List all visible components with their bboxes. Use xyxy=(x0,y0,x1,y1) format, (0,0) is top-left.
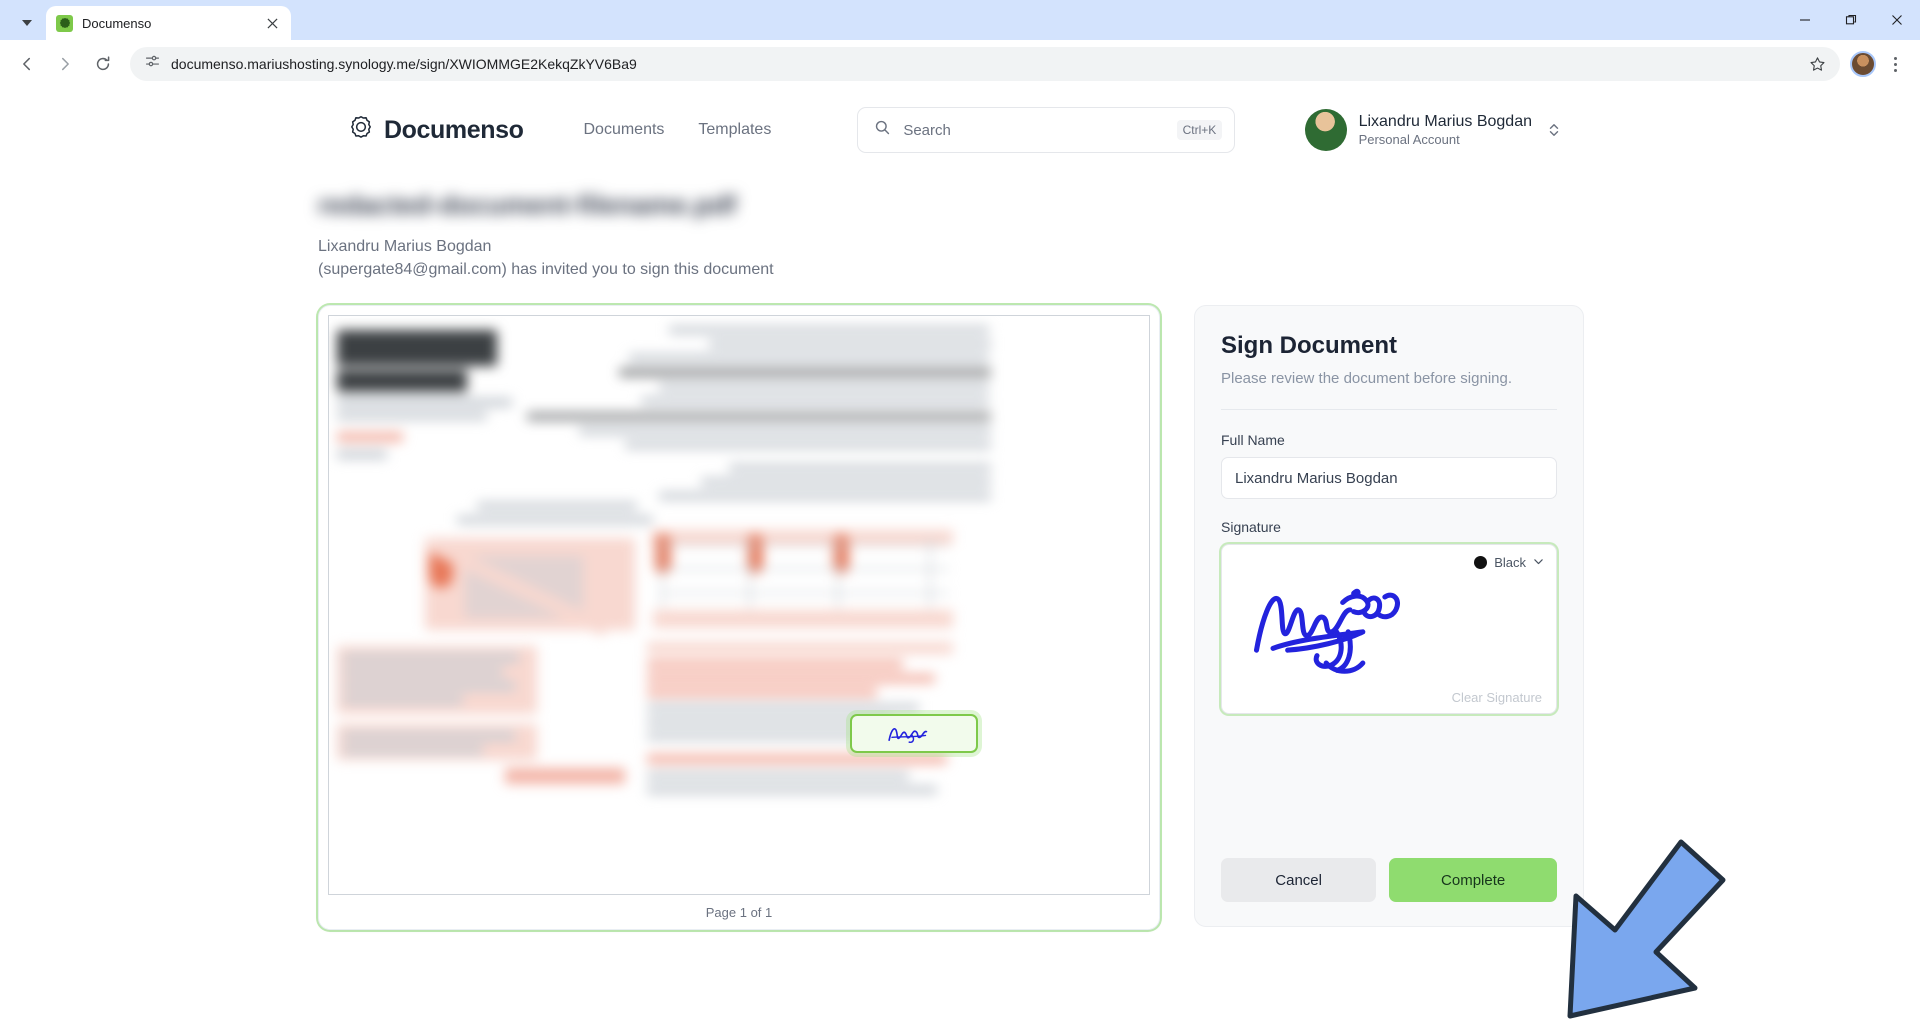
documenso-favicon xyxy=(56,14,73,32)
search-icon xyxy=(874,119,891,141)
brand-name: Documenso xyxy=(384,115,524,144)
document-heading: redacted-document-filename.pdf Lixandru … xyxy=(0,172,1920,281)
inviter-name: Lixandru Marius Bogdan xyxy=(318,238,492,255)
color-name: Black xyxy=(1494,555,1526,571)
user-name: Lixandru Marius Bogdan xyxy=(1358,112,1532,130)
page-viewport: Documenso Documents Templates Search Ctr… xyxy=(0,88,1920,1026)
clear-signature-button[interactable]: Clear Signature xyxy=(1452,690,1542,705)
browser-window: Documenso documenso.mariushosting.synolo… xyxy=(0,0,1920,1026)
signature-pad[interactable]: Black Clear Signature xyxy=(1221,544,1557,715)
document-signature-field[interactable] xyxy=(850,714,978,754)
complete-button[interactable]: Complete xyxy=(1389,858,1557,903)
signature-mark-small xyxy=(888,727,928,743)
kebab-menu-icon[interactable] xyxy=(1880,47,1910,81)
search-shortcut: Ctrl+K xyxy=(1176,120,1223,140)
close-window-button[interactable] xyxy=(1874,0,1920,40)
page-settings-icon[interactable] xyxy=(144,53,161,75)
signature-color-select[interactable]: Black xyxy=(1474,555,1544,570)
main-nav: Documents Templates xyxy=(583,121,771,139)
url-text: documenso.mariushosting.synology.me/sign… xyxy=(171,56,637,72)
divider xyxy=(1221,409,1557,411)
color-swatch-icon xyxy=(1474,556,1488,570)
tab-title: Documenso xyxy=(82,15,152,31)
panel-title: Sign Document xyxy=(1221,332,1398,360)
panel-subtitle: Please review the document before signin… xyxy=(1221,370,1513,388)
full-name-label: Full Name xyxy=(1221,432,1285,449)
nav-documents[interactable]: Documents xyxy=(583,121,664,139)
address-bar[interactable]: documenso.mariushosting.synology.me/sign… xyxy=(130,47,1840,81)
reload-icon[interactable] xyxy=(86,47,120,81)
maximize-button[interactable] xyxy=(1828,0,1874,40)
document-preview-card[interactable]: Page 1 of 1 xyxy=(318,305,1160,931)
signature-label: Signature xyxy=(1221,519,1281,536)
browser-tabstrip: Documenso xyxy=(0,0,1920,40)
chevron-up-down-icon xyxy=(1548,122,1560,138)
chevron-down-icon xyxy=(1533,555,1544,570)
minimize-button[interactable] xyxy=(1782,0,1828,40)
profile-avatar-icon[interactable] xyxy=(1850,51,1876,77)
search-box[interactable]: Search Ctrl+K xyxy=(857,107,1236,153)
document-content-blurred xyxy=(329,316,1149,894)
sign-document-panel: Sign Document Please review the document… xyxy=(1194,305,1584,928)
document-title-redacted: redacted-document-filename.pdf xyxy=(318,190,737,220)
document-page xyxy=(328,315,1150,896)
cancel-button[interactable]: Cancel xyxy=(1221,858,1377,903)
browser-tab[interactable]: Documenso xyxy=(46,6,291,40)
main-content: Page 1 of 1 Sign Document Please review … xyxy=(0,281,1920,931)
brand[interactable]: Documenso xyxy=(348,115,524,146)
invite-message: Lixandru Marius Bogdan (supergate84@gmai… xyxy=(318,235,1920,281)
star-icon[interactable] xyxy=(1802,49,1832,79)
signature-drawing xyxy=(1253,589,1400,675)
search-placeholder: Search xyxy=(903,121,951,139)
arrow-right-icon[interactable] xyxy=(48,47,82,81)
full-name-input[interactable] xyxy=(1221,457,1557,500)
panel-actions: Cancel Complete xyxy=(1221,858,1557,926)
browser-toolbar: documenso.mariushosting.synology.me/sign… xyxy=(0,40,1920,88)
site-header: Documenso Documents Templates Search Ctr… xyxy=(0,88,1920,172)
window-controls xyxy=(1782,0,1920,40)
user-menu[interactable]: Lixandru Marius Bogdan Personal Account xyxy=(1304,109,1560,151)
page-indicator: Page 1 of 1 xyxy=(328,895,1150,930)
arrow-left-icon[interactable] xyxy=(10,47,44,81)
nav-templates[interactable]: Templates xyxy=(698,121,771,139)
invite-line: (supergate84@gmail.com) has invited you … xyxy=(318,261,774,279)
user-avatar xyxy=(1304,109,1347,151)
close-icon[interactable] xyxy=(263,14,281,32)
user-account-type: Personal Account xyxy=(1358,131,1460,147)
tab-search-button[interactable] xyxy=(8,6,46,40)
documenso-logo-icon xyxy=(348,115,374,146)
chevron-down-icon xyxy=(22,20,32,26)
